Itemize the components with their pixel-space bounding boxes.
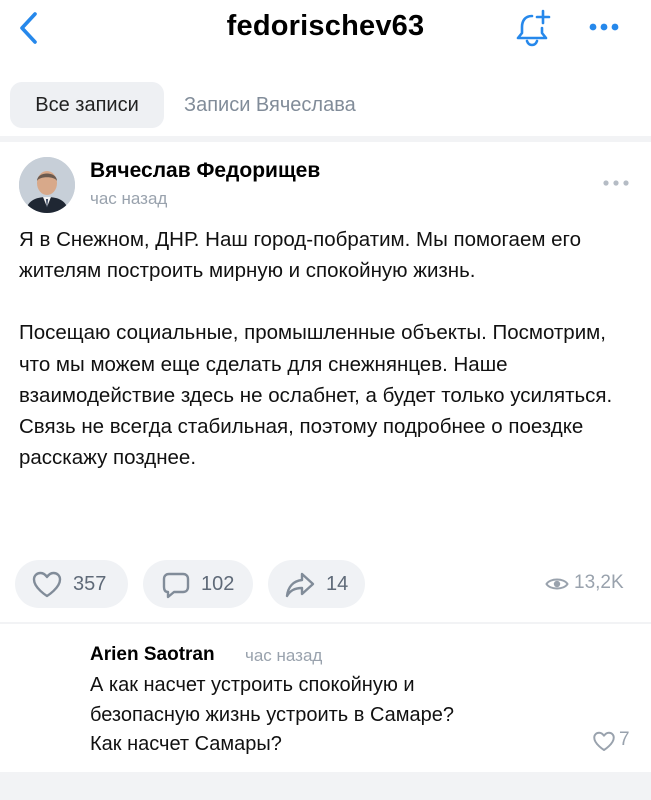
tab-owner-posts[interactable]: Записи Вячеслава: [184, 82, 356, 128]
share-button[interactable]: 14: [268, 560, 365, 608]
share-count: 14: [326, 573, 349, 595]
comment-text: А как насчет устроить спокойную и безопа…: [90, 671, 570, 760]
post-time: час назад: [90, 189, 168, 208]
bottom-divider: [0, 772, 651, 800]
post-paragraph: Я в Снежном, ДНР. Наш город-побратим. Мы…: [19, 228, 581, 283]
comment-author-name[interactable]: Arien Saotran: [90, 644, 215, 666]
comment-icon: [162, 572, 190, 599]
comment-time: час назад: [245, 646, 323, 665]
heart-icon: [32, 571, 62, 598]
divider: [0, 136, 651, 142]
divider: [0, 622, 651, 624]
page-title: fedorischev63: [226, 10, 425, 42]
comment-line: безопасную жизнь устроить в Самаре?: [90, 703, 454, 726]
comment-count: 102: [201, 573, 235, 595]
comment-line: Как насчет Самары?: [90, 733, 282, 755]
share-icon: [285, 572, 315, 598]
eye-icon: [545, 578, 569, 590]
avatar[interactable]: [19, 157, 75, 213]
top-bar: fedorischev63: [0, 0, 651, 62]
post-text: Я в Снежном, ДНР. Наш город-побратим. Мы…: [19, 224, 634, 473]
post-author-name[interactable]: Вячеслав Федорищев: [90, 159, 320, 183]
comment-line: А как насчет устроить спокойную и: [90, 674, 415, 696]
tab-all-posts[interactable]: Все записи: [10, 82, 164, 128]
more-horizontal-icon: [603, 180, 629, 186]
subscribe-notifications-button[interactable]: [513, 9, 553, 47]
like-button[interactable]: 357: [15, 560, 128, 608]
post-paragraph: Посещаю социальные, промышленные объекты…: [19, 321, 613, 470]
view-count: 13,2K: [574, 572, 624, 593]
wall-filter-tabs: Все записи Записи Вячеслава: [0, 82, 651, 128]
post-more-button[interactable]: [600, 176, 632, 190]
heart-icon: [593, 731, 615, 751]
comment-button[interactable]: 102: [143, 560, 253, 608]
more-horizontal-icon: [589, 23, 619, 31]
bell-plus-icon: [516, 9, 551, 47]
like-count: 357: [73, 573, 107, 595]
avatar-photo: [19, 157, 75, 213]
more-button[interactable]: [584, 14, 624, 40]
comment-like-count: 7: [619, 729, 630, 750]
